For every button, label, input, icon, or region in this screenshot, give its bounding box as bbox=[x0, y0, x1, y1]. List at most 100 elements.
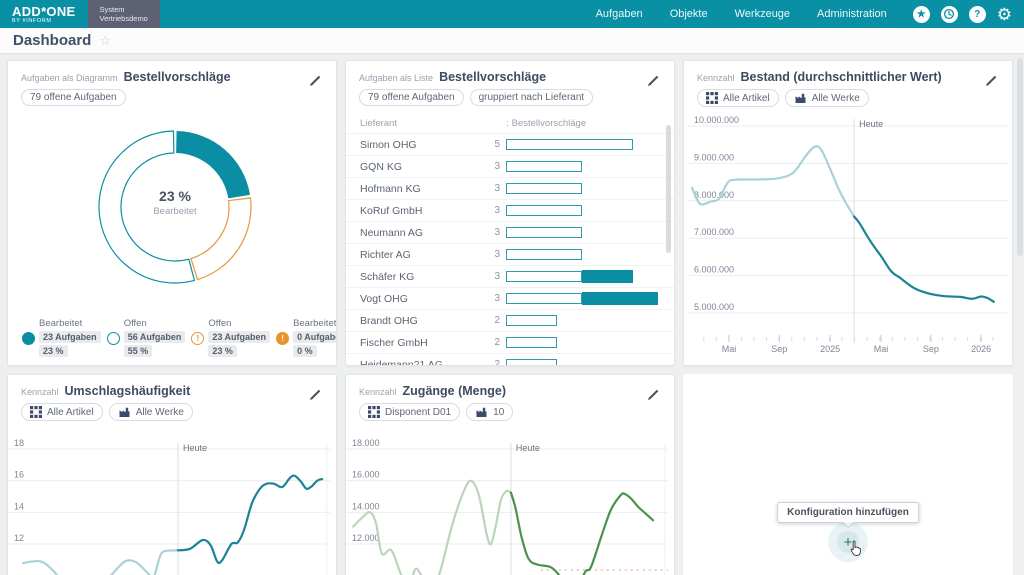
filter-badge-label: 10 bbox=[493, 406, 505, 418]
filter-badge-factory[interactable]: Alle Werke bbox=[784, 89, 869, 107]
table-row[interactable]: Hofmann KG 3 bbox=[346, 178, 674, 200]
svg-text:2025: 2025 bbox=[820, 344, 840, 354]
card-title: Bestellvorschläge bbox=[439, 70, 547, 84]
series-prognose bbox=[509, 491, 655, 575]
donut-segment-offen[interactable] bbox=[190, 197, 252, 281]
series-vergangenheit bbox=[22, 549, 180, 575]
count-bar-outline bbox=[506, 293, 583, 304]
list-scrollbar-thumb[interactable] bbox=[666, 125, 671, 253]
favorite-star-icon[interactable]: ☆ bbox=[99, 33, 111, 49]
legend-item-title: Offen bbox=[123, 318, 147, 329]
table-row[interactable]: Neumann AG 3 bbox=[346, 222, 674, 244]
count-bar-outline bbox=[506, 205, 583, 216]
bestellvorschlaege-count: 2 bbox=[494, 315, 500, 326]
topbar-favorites-icon[interactable]: ★ bbox=[912, 5, 930, 23]
filter-badge-factory[interactable]: 10 bbox=[466, 403, 514, 421]
edit-card-button[interactable] bbox=[645, 74, 660, 94]
topbar-help-icon[interactable]: ? bbox=[968, 5, 986, 23]
count-bar-outline bbox=[506, 337, 557, 348]
edit-card-button[interactable] bbox=[307, 388, 322, 408]
bestellvorschlaege-count: 3 bbox=[494, 227, 500, 238]
bestellvorschlaege-donut-chart[interactable] bbox=[8, 110, 337, 310]
filter-badge-label: Disponent D01 bbox=[385, 406, 452, 418]
table-row[interactable]: GQN KG 3 bbox=[346, 156, 674, 178]
svg-text:12.000: 12.000 bbox=[352, 533, 380, 543]
factory-icon bbox=[475, 407, 488, 418]
table-row[interactable]: Brandt OHG 2 bbox=[346, 310, 674, 332]
page-scrollbar-thumb[interactable] bbox=[1017, 58, 1023, 256]
nav-links: Aufgaben Objekte Werkzeuge Administration bbox=[596, 0, 887, 28]
svg-text:7.000.000: 7.000.000 bbox=[694, 227, 734, 237]
count-bar bbox=[506, 204, 583, 217]
lieferant-table-body: Simon OHG 5 GQN KG 3 Hofmann KG 3 KoRuf GmbH 3 N… bbox=[346, 134, 674, 366]
count-bar bbox=[506, 314, 557, 327]
table-row[interactable]: KoRuf GmbH 3 bbox=[346, 200, 674, 222]
lieferant-name: Heidemann21 AG bbox=[360, 358, 443, 366]
svg-text:9.000.000: 9.000.000 bbox=[694, 152, 734, 162]
topbar-icon-buttons: ★? ⚙ bbox=[912, 0, 1012, 28]
bestellvorschlaege-count: 3 bbox=[494, 271, 500, 282]
column-header-bestellvorschlaege[interactable]: Bestellvorschläge bbox=[512, 118, 586, 129]
articles-icon bbox=[706, 92, 718, 104]
edit-card-button[interactable] bbox=[983, 74, 998, 94]
legend-count-badge: 23 Aufgaben bbox=[208, 331, 271, 343]
teal-outline-swatch-icon bbox=[106, 332, 120, 345]
column-header-lieferant[interactable]: Lieferant bbox=[360, 118, 506, 129]
count-bar bbox=[506, 160, 583, 173]
edit-card-button[interactable] bbox=[307, 74, 322, 94]
orange-filled-swatch-icon: ! bbox=[276, 332, 290, 345]
count-bar-outline bbox=[506, 359, 557, 365]
svg-text:12: 12 bbox=[14, 533, 24, 543]
table-row[interactable]: Vogt OHG 3 bbox=[346, 288, 674, 310]
bestellvorschlaege-count: 3 bbox=[494, 249, 500, 260]
card-type-label: Aufgaben als Liste bbox=[359, 73, 434, 83]
count-bar-outline bbox=[506, 249, 583, 260]
lieferant-name: KoRuf GmbH bbox=[360, 204, 423, 217]
table-row[interactable]: Fischer GmbH 2 bbox=[346, 332, 674, 354]
svg-text:5.000.000: 5.000.000 bbox=[694, 302, 734, 312]
card-bestellvorschlaege-diagramm: Aufgaben als Diagramm Bestellvorschläge … bbox=[7, 60, 337, 366]
table-header-row: Lieferant : Bestellvorschläge bbox=[346, 113, 674, 134]
bestellvorschlaege-count: 3 bbox=[494, 293, 500, 304]
filter-badge-articles[interactable]: Disponent D01 bbox=[359, 403, 461, 421]
nav-link-aufgaben[interactable]: Aufgaben bbox=[596, 8, 643, 20]
donut-legend: Bearbeitet 23 Aufgaben 23 % Offen 56 Aufgabe… bbox=[16, 318, 337, 359]
filter-badge-factory[interactable]: Alle Werke bbox=[108, 403, 193, 421]
open-tasks-badge: 79 offene Aufgaben bbox=[359, 89, 464, 106]
donut-segment-offen[interactable] bbox=[98, 130, 196, 284]
topbar-history-icon[interactable] bbox=[940, 5, 958, 23]
table-row[interactable]: Schäfer KG 3 bbox=[346, 266, 674, 288]
legend-item: Bearbeitet!0 Aufgaben 0 % bbox=[270, 318, 337, 359]
card-title: Bestand (durchschnittlicher Wert) bbox=[740, 70, 942, 84]
bestellvorschlaege-count: 3 bbox=[494, 183, 500, 194]
pencil-icon bbox=[648, 75, 659, 86]
nav-link-objekte[interactable]: Objekte bbox=[670, 8, 708, 20]
donut-segment-bearbeitet[interactable] bbox=[176, 131, 251, 199]
factory-icon bbox=[118, 407, 131, 418]
series-prognose bbox=[176, 474, 324, 565]
system-selector[interactable]: System Vertriebsdemo bbox=[87, 0, 160, 28]
filter-badges: Alle Artikel Alle Werke bbox=[21, 403, 323, 421]
card-type-label: Kennzahl bbox=[21, 387, 59, 397]
nav-link-administration[interactable]: Administration bbox=[817, 8, 887, 20]
nav-link-werkzeuge[interactable]: Werkzeuge bbox=[735, 8, 790, 20]
svg-text:16.000: 16.000 bbox=[352, 470, 380, 480]
table-row[interactable]: Simon OHG 5 bbox=[346, 134, 674, 156]
edit-card-button[interactable] bbox=[645, 388, 660, 408]
filter-badge-articles[interactable]: Alle Artikel bbox=[697, 89, 779, 107]
card-title: Umschlagshäufigkeit bbox=[64, 384, 191, 398]
bestand-line-chart: 10.000.000 9.000.000 8.000.000 7.000.000 6.0… bbox=[688, 115, 1008, 354]
count-bar bbox=[506, 138, 633, 151]
filter-badge-articles[interactable]: Alle Artikel bbox=[21, 403, 103, 421]
add-configuration-tooltip: Konfiguration hinzufügen bbox=[777, 502, 919, 528]
svg-text:8.000.000: 8.000.000 bbox=[694, 190, 734, 200]
legend-item-title: Bearbeitet bbox=[293, 318, 337, 329]
table-row[interactable]: Richter AG 3 bbox=[346, 244, 674, 266]
card-umschlagshaeufigkeit: Kennzahl Umschlagshäufigkeit Alle Artike… bbox=[7, 374, 337, 575]
topbar-settings-icon[interactable]: ⚙ bbox=[997, 6, 1012, 23]
svg-text:14: 14 bbox=[14, 501, 24, 511]
count-bar bbox=[506, 292, 659, 305]
lieferant-name: Brandt OHG bbox=[360, 314, 418, 327]
factory-icon bbox=[476, 407, 487, 417]
table-row[interactable]: Heidemann21 AG 2 bbox=[346, 354, 674, 366]
